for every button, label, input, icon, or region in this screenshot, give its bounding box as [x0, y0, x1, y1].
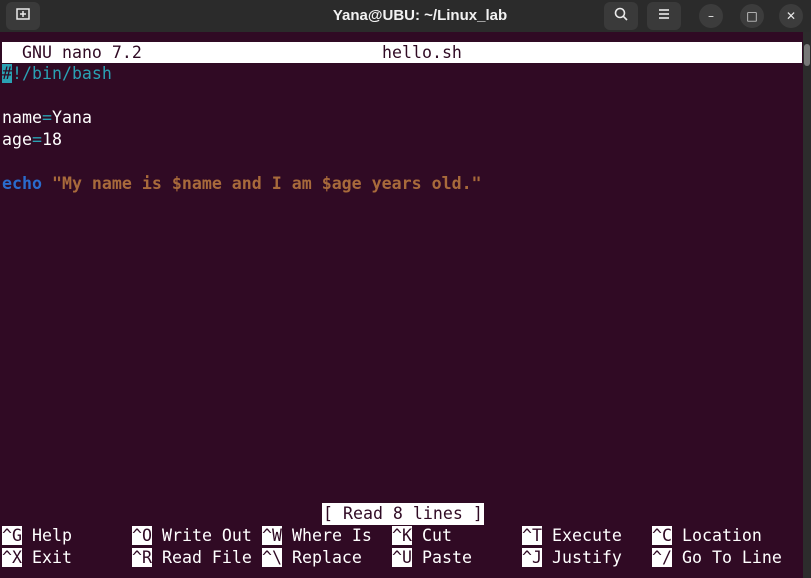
file-name: hello.sh — [382, 43, 462, 62]
nano-header: GNU nano 7.2 hello.sh — [2, 42, 802, 63]
scrollbar-thumb[interactable] — [804, 44, 810, 66]
shortcut-cut[interactable]: ^K Cut — [392, 525, 452, 547]
terminal-area[interactable] — [0, 32, 803, 578]
shortcut-label: Read File — [161, 548, 252, 567]
shortcut-label: Location — [681, 526, 762, 545]
shortcut-exit[interactable]: ^X Exit — [2, 547, 72, 569]
shortcut-key: ^U — [392, 548, 412, 567]
shortcut-label: Help — [31, 526, 72, 545]
shortcut-key: ^O — [132, 526, 152, 545]
shortcut-execute[interactable]: ^T Execute — [522, 525, 622, 547]
shortcut-read-file[interactable]: ^R Read File — [132, 547, 252, 569]
variable-value: 18 — [41, 130, 62, 149]
echo-string: "My name is $name and I am $age years ol… — [51, 174, 482, 193]
variable-value: Yana — [51, 108, 92, 127]
close-button[interactable]: ✕ — [779, 4, 803, 28]
assign-operator: = — [41, 108, 52, 127]
shortcut-label: Exit — [31, 548, 72, 567]
shortcut-label: Replace — [291, 548, 362, 567]
shortcut-label: Cut — [421, 526, 452, 545]
status-message: [ Read 8 lines ] — [322, 503, 484, 525]
maximize-icon: □ — [746, 9, 758, 23]
maximize-button[interactable]: □ — [740, 4, 764, 28]
new-tab-button[interactable] — [6, 2, 40, 30]
new-tab-icon — [15, 6, 31, 26]
shortcut-key: ^W — [262, 526, 282, 545]
shortcut-paste[interactable]: ^U Paste — [392, 547, 472, 569]
shortcut-key: ^X — [2, 548, 22, 567]
shortcut-key: ^R — [132, 548, 152, 567]
shortcut-location[interactable]: ^C Location — [652, 525, 762, 547]
window-titlebar: Yana@UBU: ~/Linux_lab – □ ✕ — [0, 0, 811, 32]
window-title: Yana@UBU: ~/Linux_lab — [332, 7, 508, 24]
menu-button[interactable] — [647, 2, 681, 30]
shortcut-write-out[interactable]: ^O Write Out — [132, 525, 252, 547]
shortcut-key: ^K — [392, 526, 412, 545]
search-button[interactable] — [604, 2, 638, 30]
shortcut-key: ^T — [522, 526, 542, 545]
nano-version: GNU nano 7.2 — [22, 43, 142, 62]
variable-name: age — [2, 130, 32, 149]
assign-operator: = — [31, 130, 42, 149]
shortcut-key: ^C — [652, 526, 672, 545]
hamburger-menu-icon — [656, 6, 672, 26]
variable-name: name — [2, 108, 42, 127]
shortcut-label: Where Is — [291, 526, 372, 545]
minimize-button[interactable]: – — [699, 4, 723, 28]
scrollbar[interactable] — [803, 32, 811, 578]
shortcut-label: Paste — [421, 548, 472, 567]
close-icon: ✕ — [785, 9, 797, 23]
text-cursor: # — [2, 64, 12, 83]
shortcut-justify[interactable]: ^J Justify — [522, 547, 622, 569]
shortcut-replace[interactable]: ^\ Replace — [262, 547, 362, 569]
shortcut-help[interactable]: ^G Help — [2, 525, 72, 547]
shortcut-key: ^/ — [652, 548, 672, 567]
shortcut-go-to-line[interactable]: ^/ Go To Line — [652, 547, 782, 569]
search-icon — [613, 6, 629, 26]
editor-line-1[interactable]: #!/bin/bash — [2, 63, 112, 85]
editor-line-3[interactable]: name=Yana — [2, 107, 92, 129]
shortcut-key: ^G — [2, 526, 22, 545]
editor-line-4[interactable]: age=18 — [2, 129, 62, 151]
echo-keyword: echo — [2, 174, 42, 193]
shortcut-label: Execute — [551, 526, 622, 545]
shortcut-label: Justify — [551, 548, 622, 567]
shebang-text: !/bin/bash — [12, 64, 112, 83]
editor-line-6[interactable]: echo "My name is $name and I am $age yea… — [2, 173, 482, 195]
shortcut-label: Write Out — [161, 526, 252, 545]
shortcut-label: Go To Line — [681, 548, 782, 567]
shortcut-where-is[interactable]: ^W Where Is — [262, 525, 372, 547]
shortcut-key: ^\ — [262, 548, 282, 567]
shortcut-key: ^J — [522, 548, 542, 567]
minimize-icon: – — [708, 9, 714, 23]
